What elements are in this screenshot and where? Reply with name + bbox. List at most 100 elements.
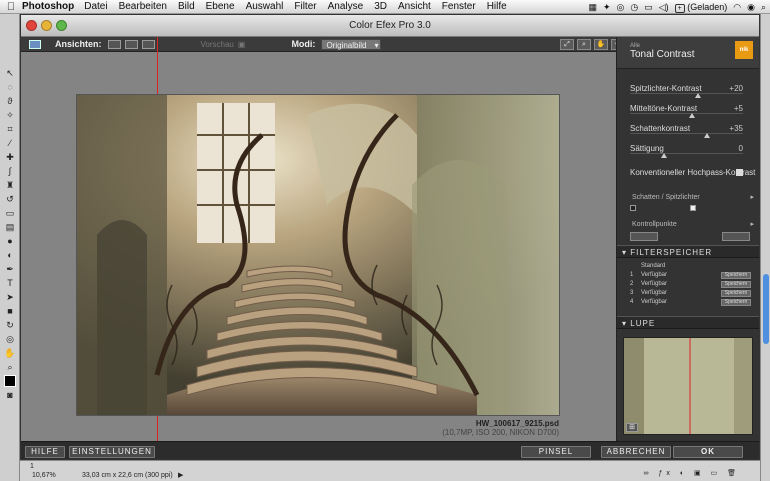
slider-knob[interactable] [703, 133, 710, 138]
gradient-tool-icon[interactable]: ▤ [0, 220, 20, 234]
brush-tool-icon[interactable]: ∫ [0, 164, 20, 178]
single-view-button[interactable] [29, 39, 41, 49]
side-by-side-view-icon[interactable] [141, 39, 155, 49]
save-slot-button[interactable]: Speichern [721, 290, 751, 297]
layer-tools-icon[interactable]: ∞ ƒx ◐ ▣ ▭ 🗑 [644, 469, 740, 477]
stamp-tool-icon[interactable]: ♜ [0, 178, 20, 192]
color-swatches-icon[interactable] [0, 374, 20, 388]
shape-tool-icon[interactable]: ■ [0, 304, 20, 318]
full-view-icon[interactable] [107, 39, 121, 49]
hand-tool-icon[interactable]: ✋ [0, 346, 20, 360]
filter-storage-slot[interactable]: 4 Verfügbar Speichern [617, 299, 759, 308]
filter-storage-header[interactable]: FILTERSPEICHER [617, 245, 759, 258]
3d-rotate-icon[interactable]: ↻ [0, 318, 20, 332]
blur-tool-icon[interactable]: ● [0, 234, 20, 248]
filter-storage-slot[interactable]: 3 Verfügbar Speichern [617, 290, 759, 299]
filter-header[interactable]: Alle Tonal Contrast nik [617, 37, 759, 69]
mode-select[interactable]: Originalbild [321, 38, 382, 51]
cancel-button[interactable]: ABBRECHEN [601, 446, 671, 458]
slider-track[interactable] [630, 93, 743, 94]
menu-ebene[interactable]: Ebene [206, 1, 235, 12]
slider-knob[interactable] [694, 93, 701, 98]
control-points-section[interactable]: Kontrollpunkte [617, 218, 759, 231]
status-arrow-icon[interactable]: ▶ [178, 471, 183, 479]
fit-view-icon[interactable]: ⤢ [560, 39, 574, 50]
clock-icon[interactable]: ◷ [630, 2, 638, 13]
menu-analyse[interactable]: Analyse [328, 1, 364, 12]
save-slot-button[interactable]: Speichern [721, 299, 751, 306]
menu-3d[interactable]: 3D [374, 1, 387, 12]
lasso-tool-icon[interactable]: ϑ [0, 94, 20, 108]
image-canvas[interactable]: HW_100617_9215.psd (10,7MP, ISO 200, NIK… [21, 37, 616, 441]
slider-track[interactable] [630, 113, 743, 114]
wifi-icon[interactable]: ◠ [733, 2, 741, 13]
sync-icon[interactable]: ◎ [617, 2, 625, 13]
preview-lock-icon[interactable]: ▣ [238, 40, 246, 49]
shadow-picker-icon[interactable] [630, 205, 636, 211]
battery-icon[interactable]: + (Geladen) [674, 2, 727, 13]
shadows-highlights-section[interactable]: Schatten / Spitzlichter [617, 191, 759, 204]
loupe-preview[interactable]: ⊞ [623, 337, 753, 435]
adobe-icon[interactable]: ▦ [588, 2, 597, 13]
menu-fenster[interactable]: Fenster [442, 1, 476, 12]
marquee-tool-icon[interactable]: ◌ [0, 80, 20, 94]
slider-highlights-contrast[interactable]: Spitzlichter-Kontrast +20 [617, 81, 759, 98]
display-icon[interactable]: ▭ [644, 2, 653, 13]
magic-wand-icon[interactable]: ✧ [0, 108, 20, 122]
history-brush-icon[interactable]: ↺ [0, 192, 20, 206]
slider-knob[interactable] [689, 113, 696, 118]
filter-storage-slot[interactable]: 2 Verfügbar Speichern [617, 281, 759, 290]
healing-tool-icon[interactable]: ✚ [0, 150, 20, 164]
slider-track[interactable] [630, 133, 743, 134]
zoom-window-button[interactable] [56, 20, 67, 31]
slider-saturation[interactable]: Sättigung 0 [617, 141, 759, 158]
save-slot-button[interactable]: Speichern [721, 281, 751, 288]
slider-knob[interactable] [660, 153, 667, 158]
menu-datei[interactable]: Datei [84, 1, 107, 12]
save-slot-button[interactable]: Speichern [721, 272, 751, 279]
remove-control-point-button[interactable] [722, 232, 750, 241]
brush-button[interactable]: PINSEL [521, 446, 591, 458]
dodge-tool-icon[interactable]: ◐ [0, 248, 20, 262]
type-tool-icon[interactable]: T [0, 276, 20, 290]
slider-shadow-contrast[interactable]: Schattenkontrast +35 [617, 121, 759, 138]
ok-button[interactable]: OK [673, 446, 743, 458]
close-window-button[interactable] [26, 20, 37, 31]
filter-storage-standard[interactable]: Standard [617, 263, 759, 272]
highpass-contrast-checkbox[interactable] [736, 169, 743, 176]
spotlight-icon[interactable]: ⌕ [761, 2, 766, 13]
menu-hilfe[interactable]: Hilfe [487, 1, 507, 12]
user-icon[interactable]: ◉ [747, 2, 755, 13]
loupe-header[interactable]: LUPE [617, 316, 759, 329]
zoom-level[interactable]: 10,67% [32, 472, 56, 479]
zoom-tool-icon[interactable]: ⌕ [0, 360, 20, 374]
settings-button[interactable]: EINSTELLUNGEN [69, 446, 155, 458]
eyedropper-icon[interactable]: ∕ [0, 136, 20, 150]
help-button[interactable]: HILFE [25, 446, 65, 458]
move-tool-icon[interactable]: ↖ [0, 66, 20, 80]
add-control-point-button[interactable] [630, 232, 658, 241]
slider-track[interactable] [630, 153, 743, 154]
panel-scrollbar[interactable] [763, 274, 769, 344]
menu-bild[interactable]: Bild [178, 1, 195, 12]
volume-icon[interactable]: ◁) [659, 2, 669, 13]
3d-camera-icon[interactable]: ◎ [0, 332, 20, 346]
highlight-picker-icon[interactable] [690, 205, 696, 211]
dropbox-icon[interactable]: ✦ [603, 2, 611, 13]
slider-midtones-contrast[interactable]: Mitteltöne-Kontrast +5 [617, 101, 759, 118]
eraser-tool-icon[interactable]: ▭ [0, 206, 20, 220]
zoom-icon[interactable]: ⌕ [577, 39, 591, 50]
path-select-icon[interactable]: ➤ [0, 290, 20, 304]
filter-storage-slot[interactable]: 1 Verfügbar Speichern [617, 272, 759, 281]
highpass-contrast-option[interactable]: Konventioneller Hochpass-Kontrast [617, 163, 759, 179]
split-view-icon[interactable] [124, 39, 138, 49]
menu-filter[interactable]: Filter [294, 1, 316, 12]
menu-bearbeiten[interactable]: Bearbeiten [119, 1, 167, 12]
apple-menu-icon[interactable]:  [0, 1, 22, 13]
hand-icon[interactable]: ✋ [594, 39, 608, 50]
minimize-window-button[interactable] [41, 20, 52, 31]
document-size[interactable]: 33,03 cm x 22,6 cm (300 ppi) [82, 472, 173, 479]
pen-tool-icon[interactable]: ✒ [0, 262, 20, 276]
crop-tool-icon[interactable]: ⌗ [0, 122, 20, 136]
app-menu[interactable]: Photoshop [22, 1, 74, 12]
